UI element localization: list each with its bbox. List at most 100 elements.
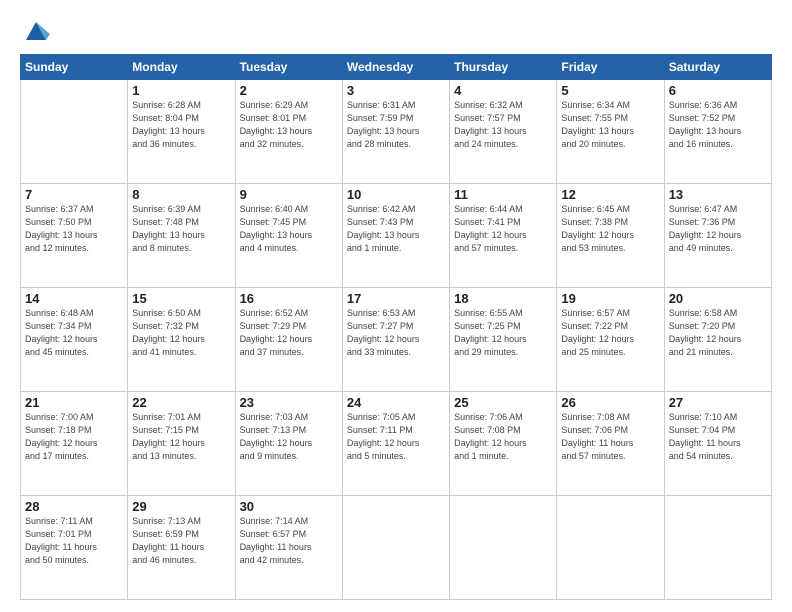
calendar-cell: 14Sunrise: 6:48 AM Sunset: 7:34 PM Dayli…: [21, 288, 128, 392]
calendar-cell: 12Sunrise: 6:45 AM Sunset: 7:38 PM Dayli…: [557, 184, 664, 288]
day-number: 1: [132, 83, 230, 98]
day-info: Sunrise: 6:31 AM Sunset: 7:59 PM Dayligh…: [347, 99, 445, 151]
day-info: Sunrise: 6:42 AM Sunset: 7:43 PM Dayligh…: [347, 203, 445, 255]
day-info: Sunrise: 6:44 AM Sunset: 7:41 PM Dayligh…: [454, 203, 552, 255]
calendar-cell: 24Sunrise: 7:05 AM Sunset: 7:11 PM Dayli…: [342, 392, 449, 496]
day-info: Sunrise: 6:36 AM Sunset: 7:52 PM Dayligh…: [669, 99, 767, 151]
calendar-cell: [450, 496, 557, 600]
calendar-cell: 7Sunrise: 6:37 AM Sunset: 7:50 PM Daylig…: [21, 184, 128, 288]
calendar-cell: 27Sunrise: 7:10 AM Sunset: 7:04 PM Dayli…: [664, 392, 771, 496]
day-info: Sunrise: 6:45 AM Sunset: 7:38 PM Dayligh…: [561, 203, 659, 255]
day-info: Sunrise: 7:03 AM Sunset: 7:13 PM Dayligh…: [240, 411, 338, 463]
day-number: 26: [561, 395, 659, 410]
calendar-cell: 17Sunrise: 6:53 AM Sunset: 7:27 PM Dayli…: [342, 288, 449, 392]
weekday-header-friday: Friday: [557, 55, 664, 80]
weekday-header-monday: Monday: [128, 55, 235, 80]
day-info: Sunrise: 7:10 AM Sunset: 7:04 PM Dayligh…: [669, 411, 767, 463]
day-info: Sunrise: 6:39 AM Sunset: 7:48 PM Dayligh…: [132, 203, 230, 255]
day-info: Sunrise: 7:01 AM Sunset: 7:15 PM Dayligh…: [132, 411, 230, 463]
day-info: Sunrise: 6:57 AM Sunset: 7:22 PM Dayligh…: [561, 307, 659, 359]
day-info: Sunrise: 7:13 AM Sunset: 6:59 PM Dayligh…: [132, 515, 230, 567]
day-number: 25: [454, 395, 552, 410]
day-info: Sunrise: 6:34 AM Sunset: 7:55 PM Dayligh…: [561, 99, 659, 151]
day-info: Sunrise: 6:40 AM Sunset: 7:45 PM Dayligh…: [240, 203, 338, 255]
day-number: 24: [347, 395, 445, 410]
day-number: 19: [561, 291, 659, 306]
weekday-header-sunday: Sunday: [21, 55, 128, 80]
calendar-cell: 3Sunrise: 6:31 AM Sunset: 7:59 PM Daylig…: [342, 80, 449, 184]
weekday-header-tuesday: Tuesday: [235, 55, 342, 80]
day-number: 2: [240, 83, 338, 98]
day-number: 11: [454, 187, 552, 202]
day-info: Sunrise: 6:53 AM Sunset: 7:27 PM Dayligh…: [347, 307, 445, 359]
header: [20, 16, 772, 44]
calendar-cell: 30Sunrise: 7:14 AM Sunset: 6:57 PM Dayli…: [235, 496, 342, 600]
calendar-cell: [557, 496, 664, 600]
calendar-cell: 8Sunrise: 6:39 AM Sunset: 7:48 PM Daylig…: [128, 184, 235, 288]
day-info: Sunrise: 6:37 AM Sunset: 7:50 PM Dayligh…: [25, 203, 123, 255]
day-number: 15: [132, 291, 230, 306]
day-number: 8: [132, 187, 230, 202]
calendar-cell: 5Sunrise: 6:34 AM Sunset: 7:55 PM Daylig…: [557, 80, 664, 184]
calendar-cell: 18Sunrise: 6:55 AM Sunset: 7:25 PM Dayli…: [450, 288, 557, 392]
weekday-header-thursday: Thursday: [450, 55, 557, 80]
calendar-cell: 25Sunrise: 7:06 AM Sunset: 7:08 PM Dayli…: [450, 392, 557, 496]
calendar-cell: 28Sunrise: 7:11 AM Sunset: 7:01 PM Dayli…: [21, 496, 128, 600]
day-number: 4: [454, 83, 552, 98]
day-info: Sunrise: 6:52 AM Sunset: 7:29 PM Dayligh…: [240, 307, 338, 359]
day-info: Sunrise: 7:00 AM Sunset: 7:18 PM Dayligh…: [25, 411, 123, 463]
calendar-cell: 23Sunrise: 7:03 AM Sunset: 7:13 PM Dayli…: [235, 392, 342, 496]
day-info: Sunrise: 7:08 AM Sunset: 7:06 PM Dayligh…: [561, 411, 659, 463]
calendar-week-5: 28Sunrise: 7:11 AM Sunset: 7:01 PM Dayli…: [21, 496, 772, 600]
day-number: 6: [669, 83, 767, 98]
calendar-cell: 22Sunrise: 7:01 AM Sunset: 7:15 PM Dayli…: [128, 392, 235, 496]
day-info: Sunrise: 7:11 AM Sunset: 7:01 PM Dayligh…: [25, 515, 123, 567]
day-number: 12: [561, 187, 659, 202]
day-number: 30: [240, 499, 338, 514]
calendar-week-3: 14Sunrise: 6:48 AM Sunset: 7:34 PM Dayli…: [21, 288, 772, 392]
day-number: 9: [240, 187, 338, 202]
calendar-cell: [21, 80, 128, 184]
calendar-week-4: 21Sunrise: 7:00 AM Sunset: 7:18 PM Dayli…: [21, 392, 772, 496]
day-number: 3: [347, 83, 445, 98]
calendar-cell: 13Sunrise: 6:47 AM Sunset: 7:36 PM Dayli…: [664, 184, 771, 288]
calendar-cell: 10Sunrise: 6:42 AM Sunset: 7:43 PM Dayli…: [342, 184, 449, 288]
day-number: 18: [454, 291, 552, 306]
day-info: Sunrise: 6:32 AM Sunset: 7:57 PM Dayligh…: [454, 99, 552, 151]
calendar-cell: [342, 496, 449, 600]
calendar-cell: 2Sunrise: 6:29 AM Sunset: 8:01 PM Daylig…: [235, 80, 342, 184]
day-info: Sunrise: 6:47 AM Sunset: 7:36 PM Dayligh…: [669, 203, 767, 255]
day-info: Sunrise: 6:50 AM Sunset: 7:32 PM Dayligh…: [132, 307, 230, 359]
day-number: 17: [347, 291, 445, 306]
day-number: 13: [669, 187, 767, 202]
day-info: Sunrise: 6:28 AM Sunset: 8:04 PM Dayligh…: [132, 99, 230, 151]
day-info: Sunrise: 6:58 AM Sunset: 7:20 PM Dayligh…: [669, 307, 767, 359]
calendar-cell: 16Sunrise: 6:52 AM Sunset: 7:29 PM Dayli…: [235, 288, 342, 392]
day-number: 14: [25, 291, 123, 306]
day-info: Sunrise: 7:05 AM Sunset: 7:11 PM Dayligh…: [347, 411, 445, 463]
day-number: 28: [25, 499, 123, 514]
day-info: Sunrise: 6:55 AM Sunset: 7:25 PM Dayligh…: [454, 307, 552, 359]
day-info: Sunrise: 6:48 AM Sunset: 7:34 PM Dayligh…: [25, 307, 123, 359]
calendar-cell: [664, 496, 771, 600]
day-number: 20: [669, 291, 767, 306]
calendar-cell: 19Sunrise: 6:57 AM Sunset: 7:22 PM Dayli…: [557, 288, 664, 392]
day-info: Sunrise: 7:14 AM Sunset: 6:57 PM Dayligh…: [240, 515, 338, 567]
calendar-cell: 1Sunrise: 6:28 AM Sunset: 8:04 PM Daylig…: [128, 80, 235, 184]
day-number: 29: [132, 499, 230, 514]
logo-icon: [22, 16, 50, 44]
day-number: 23: [240, 395, 338, 410]
calendar-week-1: 1Sunrise: 6:28 AM Sunset: 8:04 PM Daylig…: [21, 80, 772, 184]
day-number: 10: [347, 187, 445, 202]
page: SundayMondayTuesdayWednesdayThursdayFrid…: [0, 0, 792, 612]
day-number: 27: [669, 395, 767, 410]
day-number: 7: [25, 187, 123, 202]
calendar-cell: 21Sunrise: 7:00 AM Sunset: 7:18 PM Dayli…: [21, 392, 128, 496]
calendar-cell: 29Sunrise: 7:13 AM Sunset: 6:59 PM Dayli…: [128, 496, 235, 600]
day-info: Sunrise: 7:06 AM Sunset: 7:08 PM Dayligh…: [454, 411, 552, 463]
weekday-header-wednesday: Wednesday: [342, 55, 449, 80]
calendar-cell: 26Sunrise: 7:08 AM Sunset: 7:06 PM Dayli…: [557, 392, 664, 496]
calendar-cell: 9Sunrise: 6:40 AM Sunset: 7:45 PM Daylig…: [235, 184, 342, 288]
day-number: 16: [240, 291, 338, 306]
logo: [20, 16, 50, 44]
